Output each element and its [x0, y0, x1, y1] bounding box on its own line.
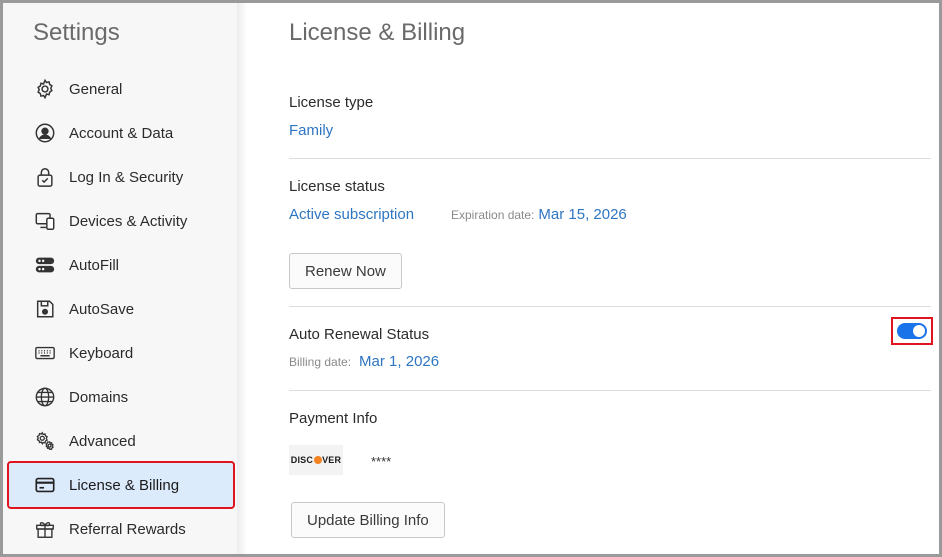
sidebar-item-label: Referral Rewards [69, 520, 186, 538]
sidebar-divider [237, 3, 247, 554]
license-type-section: License type Family [289, 63, 931, 159]
billing-date-label: Billing date: [289, 355, 352, 369]
license-type-value: Family [289, 122, 334, 139]
window: Settings General Account & Data Log In &… [0, 0, 942, 557]
sidebar-item-label: Account & Data [69, 124, 174, 142]
sidebar-item-account-data[interactable]: Account & Data [9, 111, 233, 155]
sidebar-item-label: Advanced [69, 432, 136, 450]
gears-icon [33, 429, 57, 453]
gear-icon [33, 77, 57, 101]
sidebar-item-autosave[interactable]: AutoSave [9, 287, 233, 331]
discover-card-logo: DISC VER [289, 445, 343, 475]
divider [289, 554, 931, 555]
globe-icon [33, 385, 57, 409]
sidebar-item-label: Keyboard [69, 344, 134, 362]
page-title: License & Billing [289, 19, 466, 46]
sidebar-item-label: Log In & Security [69, 168, 184, 186]
sidebar-item-license-billing[interactable]: License & Billing [7, 461, 235, 509]
expiration-date-label: Expiration date: [451, 208, 535, 222]
autofill-icon [33, 253, 57, 277]
sidebar-item-login-security[interactable]: Log In & Security [9, 155, 233, 199]
sidebar-item-autofill[interactable]: AutoFill [9, 243, 233, 287]
discover-dot-icon [313, 456, 322, 464]
update-billing-info-button[interactable]: Update Billing Info [291, 502, 445, 538]
expiration-date-value: Mar 15, 2026 [538, 206, 627, 223]
license-status-section: License status Active subscription Expir… [289, 159, 931, 307]
license-type-label: License type [289, 94, 374, 111]
sidebar-item-label: Devices & Activity [69, 212, 188, 230]
sidebar: Settings General Account & Data Log In &… [3, 3, 237, 554]
sidebar-item-domains[interactable]: Domains [9, 375, 233, 419]
billing-date-value: Mar 1, 2026 [359, 353, 440, 370]
toggle-knob [913, 325, 925, 337]
license-status-label: License status [289, 178, 385, 195]
sidebar-nav: General Account & Data Log In & Security… [7, 67, 235, 551]
payment-info-label: Payment Info [289, 410, 378, 427]
gift-icon [33, 517, 57, 541]
sidebar-item-label: AutoSave [69, 300, 135, 318]
sidebar-item-general[interactable]: General [9, 67, 233, 111]
sidebar-item-label: License & Billing [69, 476, 180, 494]
sidebar-item-referral-rewards[interactable]: Referral Rewards [9, 507, 233, 551]
sidebar-title: Settings [33, 19, 120, 46]
auto-renewal-section: Auto Renewal Status Billing date: Mar 1,… [289, 307, 931, 391]
license-status-value: Active subscription [289, 206, 415, 223]
auto-renewal-toggle[interactable] [897, 323, 927, 339]
keyboard-icon [33, 341, 57, 365]
sidebar-item-devices-activity[interactable]: Devices & Activity [9, 199, 233, 243]
renew-now-button[interactable]: Renew Now [289, 253, 402, 289]
billing-date: Billing date: Mar 1, 2026 [289, 353, 439, 370]
expiration-date: Expiration date: Mar 15, 2026 [451, 206, 627, 223]
save-icon [33, 297, 57, 321]
credit-card-icon [33, 473, 57, 497]
auto-renewal-label: Auto Renewal Status [289, 326, 430, 343]
person-circle-icon [33, 121, 57, 145]
devices-icon [33, 209, 57, 233]
sidebar-item-advanced[interactable]: Advanced [9, 419, 233, 463]
sidebar-item-label: Domains [69, 388, 129, 406]
sidebar-item-keyboard[interactable]: Keyboard [9, 331, 233, 375]
sidebar-item-label: AutoFill [69, 256, 120, 274]
card-masked-number: **** [371, 454, 392, 469]
main-content: License & Billing License type Family Li… [289, 3, 933, 555]
lock-icon [33, 165, 57, 189]
sidebar-item-label: General [69, 80, 123, 98]
auto-renewal-toggle-highlight [891, 317, 933, 345]
